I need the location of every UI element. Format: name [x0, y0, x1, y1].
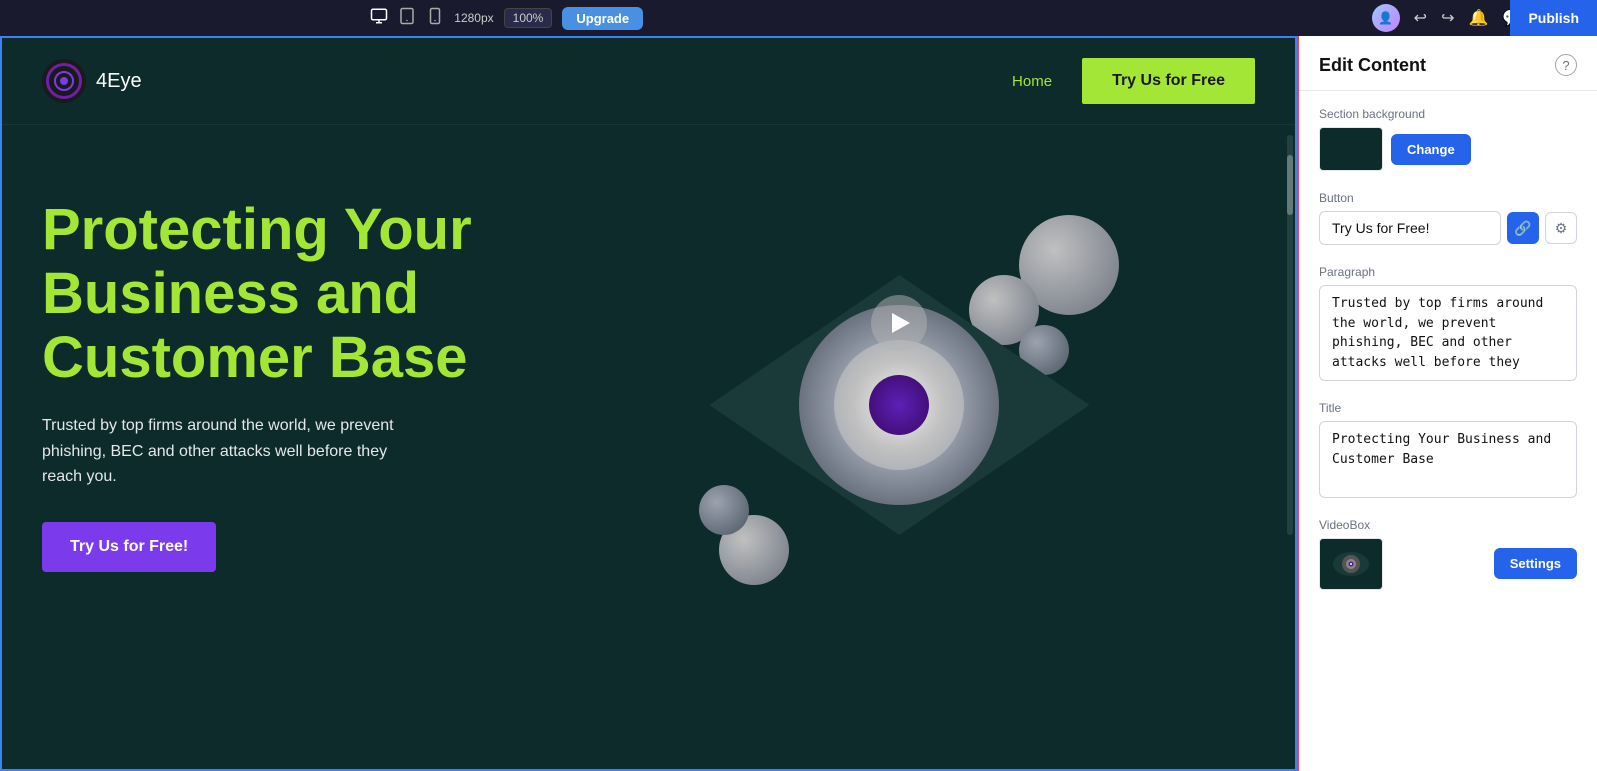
paragraph-group: Paragraph Trusted by top firms around th… — [1319, 265, 1577, 381]
button-field-label: Button — [1319, 191, 1577, 205]
play-button[interactable] — [871, 295, 927, 351]
eye-graphic — [659, 195, 1139, 615]
site-hero: Protecting Your Business and Customer Ba… — [2, 125, 1295, 625]
hero-title: Protecting Your Business and Customer Ba… — [42, 198, 649, 389]
notification-icon[interactable]: 🔔 — [1468, 8, 1488, 28]
canvas-area: 4Eye Home Try Us for Free Protecting You… — [0, 36, 1297, 771]
scrollbar-thumb — [1287, 155, 1293, 215]
title-group: Title Protecting Your Business and Custo… — [1319, 401, 1577, 498]
edit-panel-title: Edit Content — [1319, 55, 1426, 76]
videobox-group: VideoBox Settings — [1319, 518, 1577, 590]
logo-icon — [42, 59, 86, 103]
hero-content: Protecting Your Business and Customer Ba… — [42, 198, 649, 572]
section-background-label: Section background — [1319, 107, 1577, 121]
site-navbar: 4Eye Home Try Us for Free — [2, 38, 1295, 125]
eye-circle-inner — [869, 375, 929, 435]
mobile-icon[interactable] — [426, 7, 444, 30]
button-input-row: 🔗 ⚙ — [1319, 211, 1577, 245]
logo-eye-dot — [60, 77, 68, 85]
logo-text: 4Eye — [96, 70, 142, 93]
background-color-swatch[interactable] — [1319, 127, 1383, 171]
scrollbar[interactable] — [1287, 135, 1293, 535]
nav-home-link[interactable]: Home — [1012, 73, 1052, 90]
toolbar: 1280px 100% Upgrade 👤 ↩ ↪ 🔔 💬 ⚙ 👁 Publis… — [0, 0, 1597, 36]
navbar-cta-button[interactable]: Try Us for Free — [1082, 58, 1255, 104]
title-textarea[interactable]: Protecting Your Business and Customer Ba… — [1319, 421, 1577, 498]
undo-icon[interactable]: ↩ — [1414, 8, 1427, 28]
upgrade-button[interactable]: Upgrade — [562, 7, 643, 30]
button-group: Button 🔗 ⚙ — [1319, 191, 1577, 245]
paragraph-textarea[interactable]: Trusted by top firms around the world, w… — [1319, 285, 1577, 381]
logo-icon-inner — [46, 63, 82, 99]
desktop-icon[interactable] — [370, 7, 388, 30]
change-background-button[interactable]: Change — [1391, 134, 1471, 165]
user-avatar[interactable]: 👤 — [1372, 4, 1400, 32]
edit-panel-body: Section background Change Button 🔗 ⚙ Par… — [1299, 91, 1597, 606]
videobox-settings-button[interactable]: Settings — [1494, 548, 1577, 579]
videobox-thumb-icon — [1329, 546, 1373, 582]
publish-button[interactable]: Publish — [1510, 0, 1597, 36]
tablet-icon[interactable] — [398, 7, 416, 30]
videobox-thumbnail — [1319, 538, 1383, 590]
site-nav-links: Home Try Us for Free — [1012, 58, 1255, 104]
videobox-row: Settings — [1319, 538, 1577, 590]
site-logo: 4Eye — [42, 59, 142, 103]
redo-icon[interactable]: ↪ — [1441, 8, 1454, 28]
zoom-selector[interactable]: 100% — [504, 8, 553, 28]
hero-subtitle: Trusted by top firms around the world, w… — [42, 413, 422, 490]
hero-cta-button[interactable]: Try Us for Free! — [42, 522, 216, 572]
hero-graphic — [544, 155, 1255, 655]
site-preview: 4Eye Home Try Us for Free Protecting You… — [0, 36, 1297, 771]
section-background-row: Change — [1319, 127, 1577, 171]
paragraph-label: Paragraph — [1319, 265, 1577, 279]
button-input[interactable] — [1319, 211, 1501, 245]
edit-panel-header: Edit Content ? — [1299, 36, 1597, 91]
section-background-group: Section background Change — [1319, 107, 1577, 171]
videobox-label: VideoBox — [1319, 518, 1577, 532]
device-switcher: 1280px 100% Upgrade — [370, 7, 643, 30]
title-field-label: Title — [1319, 401, 1577, 415]
main-layout: 4Eye Home Try Us for Free Protecting You… — [0, 36, 1597, 771]
edit-panel: Edit Content ? Section background Change… — [1297, 36, 1597, 771]
resolution-label: 1280px — [454, 11, 493, 25]
button-gear-icon[interactable]: ⚙ — [1545, 212, 1577, 244]
button-link-icon[interactable]: 🔗 — [1507, 212, 1539, 244]
help-button[interactable]: ? — [1555, 54, 1577, 76]
